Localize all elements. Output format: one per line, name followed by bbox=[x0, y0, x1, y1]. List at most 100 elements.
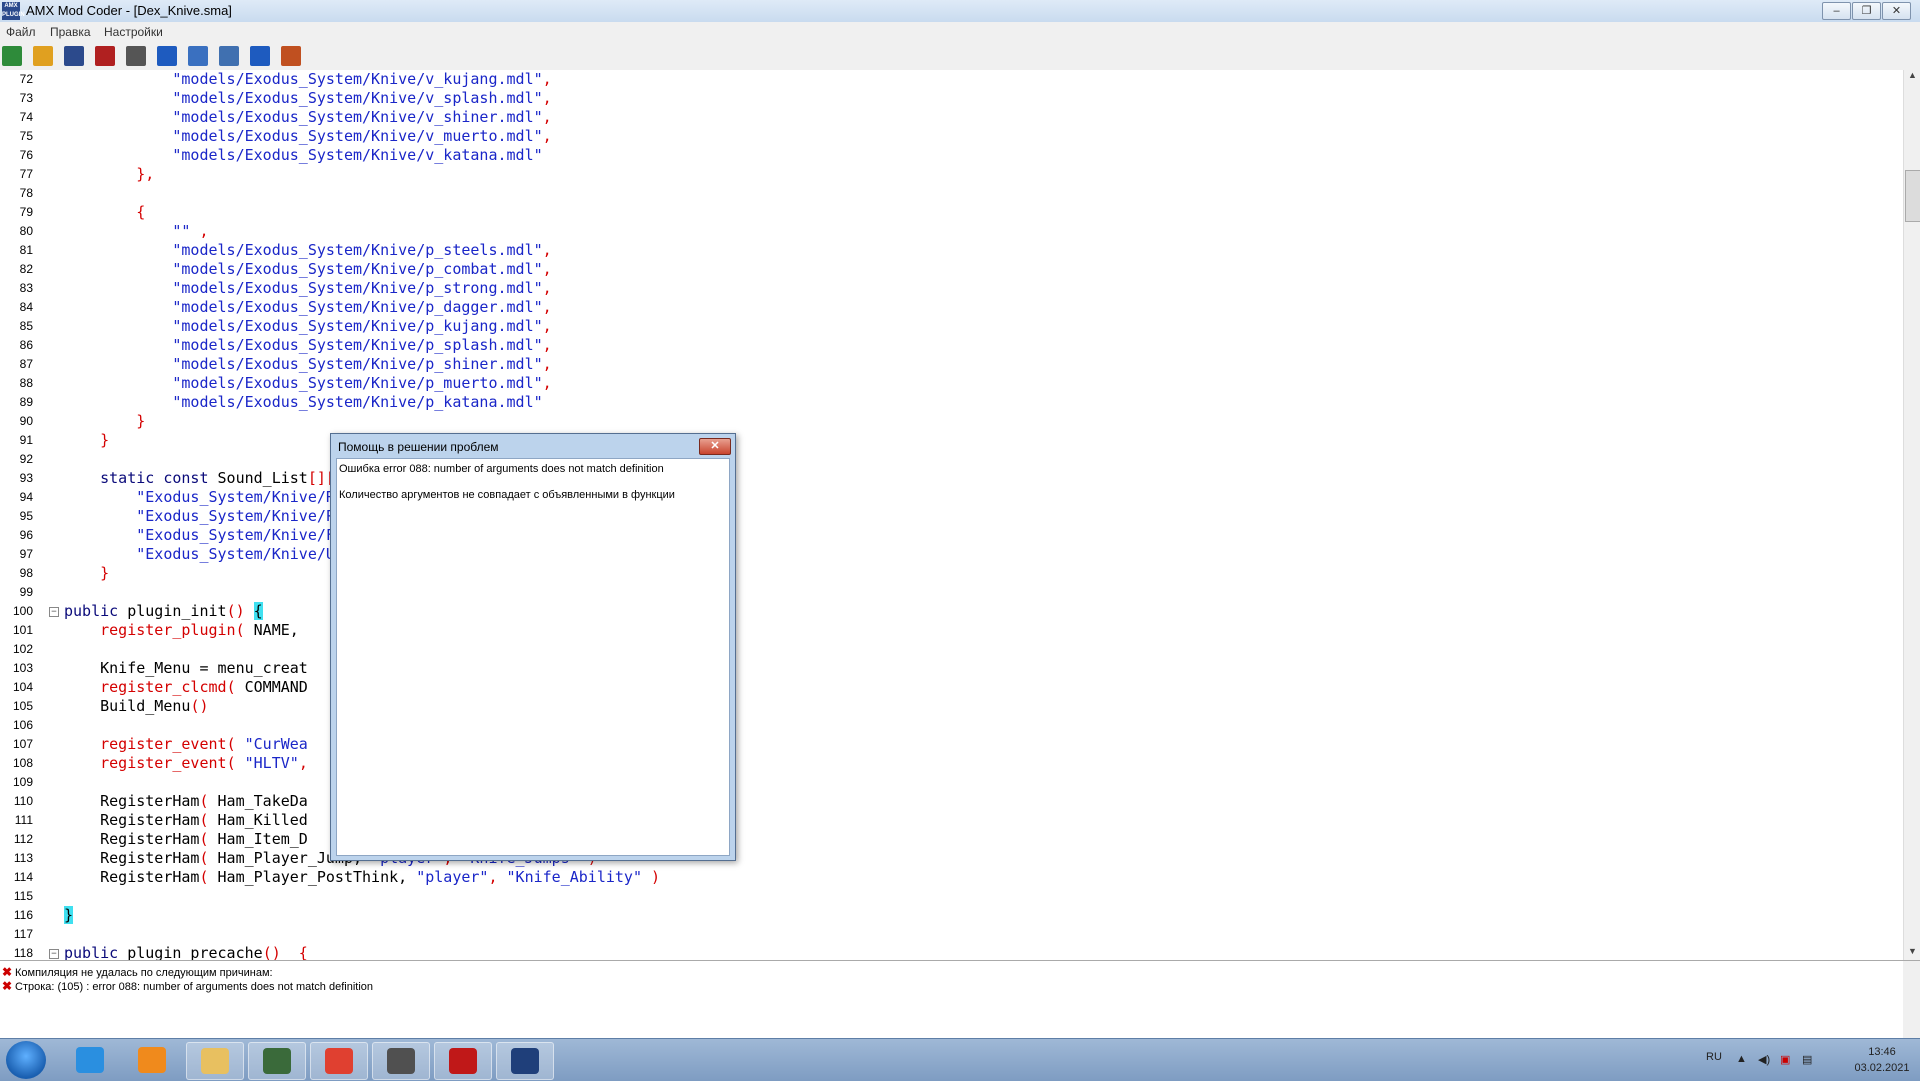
find-icon[interactable] bbox=[126, 46, 146, 66]
code-text: "Exodus_System/Knive/Re bbox=[64, 488, 344, 506]
close-button[interactable]: ✕ bbox=[1882, 2, 1911, 20]
taskbar-item[interactable] bbox=[372, 1042, 430, 1080]
output-scrollbar[interactable] bbox=[1903, 961, 1920, 1039]
code-line: 112 RegisterHam( Ham_Item_D ) bbox=[0, 830, 1900, 849]
save-icon[interactable] bbox=[64, 46, 84, 66]
code-line: 74 "models/Exodus_System/Knive/v_shiner.… bbox=[0, 108, 1900, 127]
taskbar-item[interactable] bbox=[124, 1042, 180, 1078]
code-text: "models/Exodus_System/Knive/p_katana.mdl… bbox=[64, 393, 543, 411]
media-player-icon bbox=[138, 1047, 166, 1073]
line-number: 118 bbox=[13, 946, 33, 960]
compile-icon[interactable] bbox=[157, 46, 177, 66]
new-icon[interactable] bbox=[2, 46, 22, 66]
editor-scrollbar[interactable]: ▲ ▼ bbox=[1903, 70, 1920, 960]
scroll-down-icon[interactable]: ▼ bbox=[1905, 946, 1920, 960]
code-editor[interactable]: 72 "models/Exodus_System/Knive/v_kujang.… bbox=[0, 70, 1903, 960]
code-line: 102 bbox=[0, 640, 1900, 659]
code-text: "models/Exodus_System/Knive/p_muerto.mdl… bbox=[64, 374, 552, 392]
line-number: 89 bbox=[19, 395, 33, 409]
help-icon[interactable] bbox=[250, 46, 270, 66]
code-line: 93 static const Sound_List[][] bbox=[0, 469, 1900, 488]
output-line[interactable]: ✖ Строка: (105) : error 088: number of ar… bbox=[2, 979, 373, 994]
line-number: 93 bbox=[19, 471, 33, 485]
line-number: 108 bbox=[12, 756, 33, 770]
taskbar-item[interactable] bbox=[248, 1042, 306, 1080]
code-text: "models/Exodus_System/Knive/p_shiner.mdl… bbox=[64, 355, 552, 373]
convert-icon[interactable] bbox=[219, 46, 239, 66]
clock-date[interactable]: 03.02.2021 bbox=[1852, 1062, 1912, 1074]
code-line: 108 register_event( "HLTV", bbox=[0, 754, 1900, 773]
code-text: register_plugin( NAME, bbox=[64, 621, 299, 639]
fold-toggle-icon[interactable]: − bbox=[49, 607, 59, 617]
save-as-icon[interactable] bbox=[95, 46, 115, 66]
code-line: 96 "Exodus_System/Knive/Fr bbox=[0, 526, 1900, 545]
code-text: "models/Exodus_System/Knive/p_splash.mdl… bbox=[64, 336, 552, 354]
minimize-button[interactable]: – bbox=[1822, 2, 1851, 20]
code-text: "models/Exodus_System/Knive/v_katana.mdl… bbox=[64, 146, 543, 164]
taskbar-item[interactable] bbox=[310, 1042, 368, 1080]
clock-time[interactable]: 13:46 bbox=[1852, 1046, 1912, 1058]
menu-edit[interactable]: Правка bbox=[50, 25, 91, 39]
code-line: 87 "models/Exodus_System/Knive/p_shiner.… bbox=[0, 355, 1900, 374]
taskbar-item[interactable] bbox=[186, 1042, 244, 1080]
code-line: 75 "models/Exodus_System/Knive/v_muerto.… bbox=[0, 127, 1900, 146]
code-line: 90 } bbox=[0, 412, 1900, 431]
code-text: } bbox=[64, 564, 110, 582]
line-number: 95 bbox=[19, 509, 33, 523]
network-icon[interactable]: ▣ bbox=[1780, 1053, 1794, 1066]
exit-icon[interactable] bbox=[281, 46, 301, 66]
code-line: 110 RegisterHam( Ham_TakeDa bbox=[0, 792, 1900, 811]
action-center-icon[interactable]: ▤ bbox=[1802, 1053, 1816, 1066]
line-number: 100 bbox=[12, 604, 33, 618]
code-text: "models/Exodus_System/Knive/v_kujang.mdl… bbox=[64, 70, 552, 88]
start-button[interactable] bbox=[6, 1041, 46, 1079]
code-line: 99 bbox=[0, 583, 1900, 602]
line-number: 92 bbox=[19, 452, 33, 466]
line-number: 116 bbox=[13, 908, 33, 922]
maximize-button[interactable]: ❐ bbox=[1852, 2, 1881, 20]
cs-icon bbox=[387, 1048, 415, 1074]
line-number: 78 bbox=[19, 186, 33, 200]
line-number: 107 bbox=[12, 737, 33, 751]
code-text: "models/Exodus_System/Knive/p_strong.mdl… bbox=[64, 279, 552, 297]
line-number: 80 bbox=[19, 224, 33, 238]
chrome-icon bbox=[325, 1048, 353, 1074]
language-indicator[interactable]: RU bbox=[1706, 1051, 1722, 1063]
output-text: Компиляция не удалась по следующим причи… bbox=[15, 967, 273, 979]
line-number: 91 bbox=[19, 433, 33, 447]
line-number: 81 bbox=[19, 243, 33, 257]
code-text: } bbox=[64, 431, 110, 449]
code-line: 98 } bbox=[0, 564, 1900, 583]
code-line: 109 bbox=[0, 773, 1900, 792]
code-text: } bbox=[64, 412, 146, 430]
scroll-up-icon[interactable]: ▲ bbox=[1905, 70, 1920, 84]
code-line: 81 "models/Exodus_System/Knive/p_steels.… bbox=[0, 241, 1900, 260]
menu-settings[interactable]: Настройки bbox=[104, 25, 163, 39]
taskbar-item[interactable] bbox=[434, 1042, 492, 1080]
code-line: 106 bbox=[0, 716, 1900, 735]
code-line: 97 "Exodus_System/Knive/Un bbox=[0, 545, 1900, 564]
error-icon: ✖ bbox=[2, 979, 13, 993]
menu-file[interactable]: Файл bbox=[6, 25, 36, 39]
toolbar bbox=[0, 42, 1920, 71]
dialog-error-line: Ошибка error 088: number of arguments do… bbox=[339, 463, 664, 475]
volume-icon[interactable]: ◀) bbox=[1758, 1053, 1772, 1066]
code-line: 114 RegisterHam( Ham_Player_PostThink, "… bbox=[0, 868, 1900, 887]
code-line: 104 register_clcmd( COMMAND Menu" ) bbox=[0, 678, 1900, 697]
dialog-close-button[interactable]: ✕ bbox=[699, 438, 731, 455]
scroll-thumb[interactable] bbox=[1905, 170, 1920, 222]
code-line: 94 "Exodus_System/Knive/Re bbox=[0, 488, 1900, 507]
code-line: 86 "models/Exodus_System/Knive/p_splash.… bbox=[0, 336, 1900, 355]
taskbar-item[interactable] bbox=[62, 1042, 118, 1078]
dialog-explanation: Количество аргументов не совпадает с объ… bbox=[339, 489, 675, 501]
settings-icon[interactable] bbox=[188, 46, 208, 66]
line-number: 86 bbox=[19, 338, 33, 352]
line-number: 110 bbox=[13, 794, 33, 808]
code-text: Build_Menu() bbox=[64, 697, 209, 715]
line-number: 90 bbox=[19, 414, 33, 428]
tray-expand-icon[interactable]: ▲ bbox=[1736, 1053, 1750, 1066]
taskbar-item[interactable] bbox=[496, 1042, 554, 1080]
open-icon[interactable] bbox=[33, 46, 53, 66]
code-line: 103 Knife_Menu = menu_creat bbox=[0, 659, 1900, 678]
fold-toggle-icon[interactable]: − bbox=[49, 949, 59, 959]
